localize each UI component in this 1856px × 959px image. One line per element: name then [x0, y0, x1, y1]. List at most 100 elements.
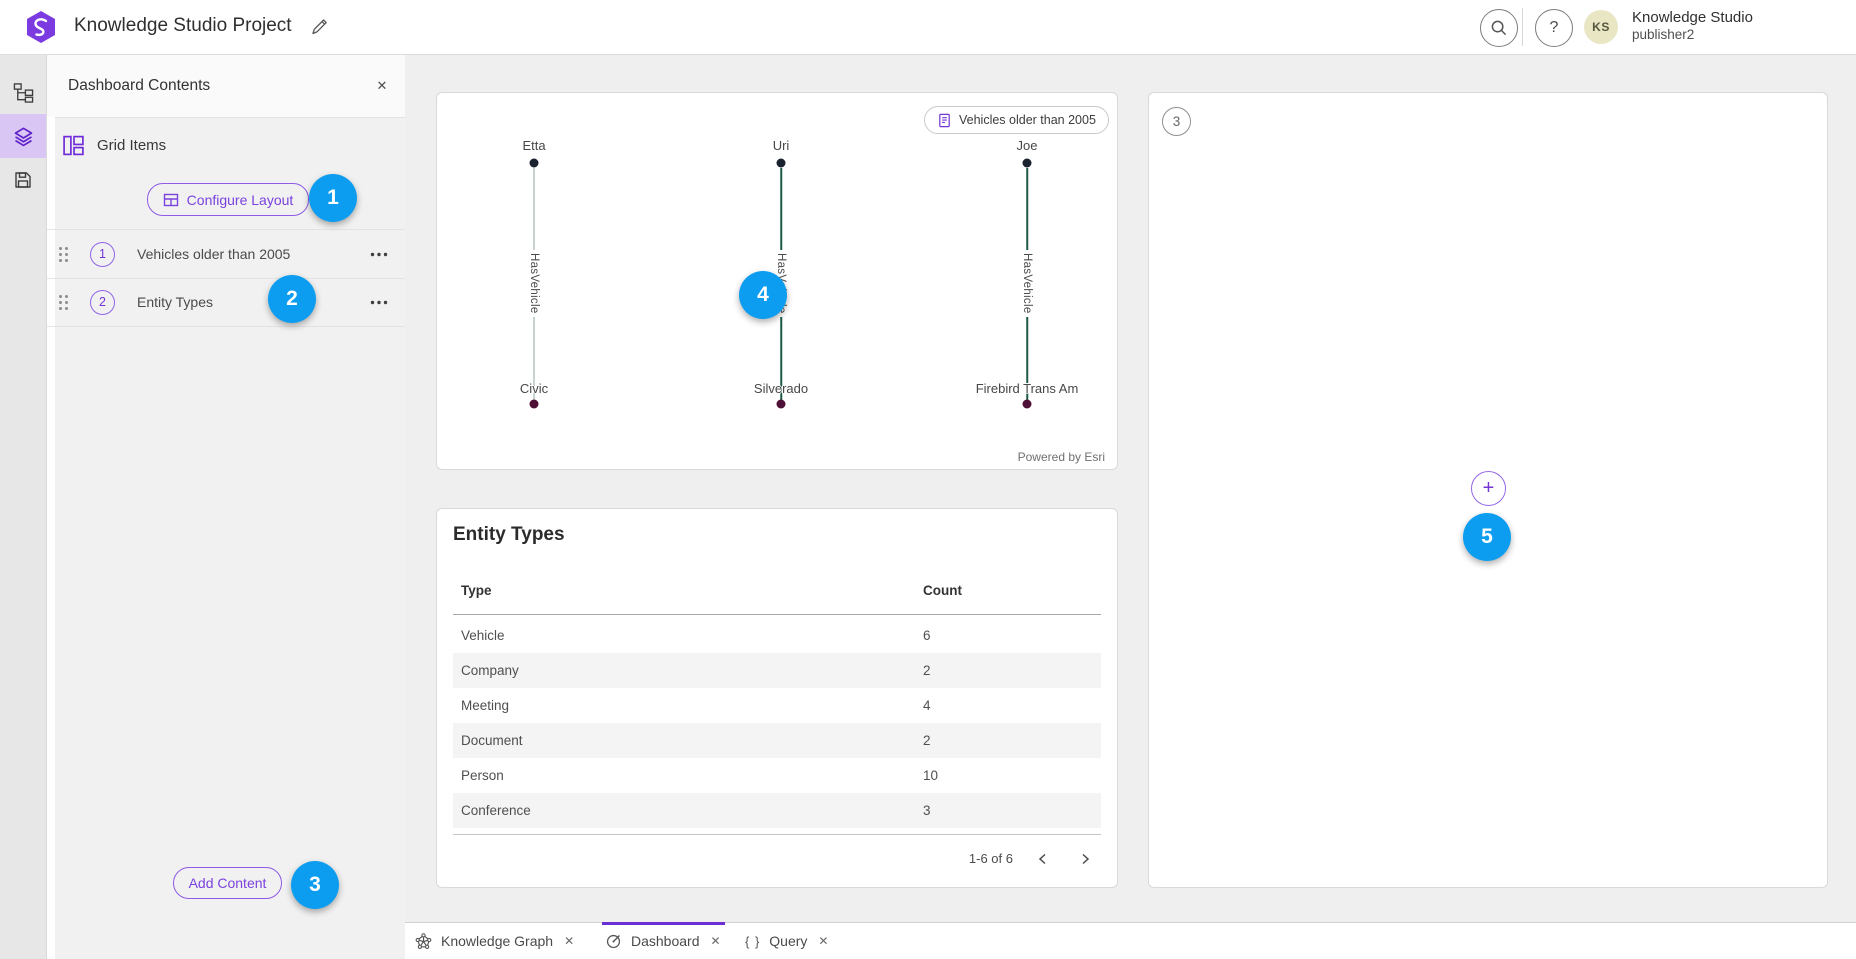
grid-layout-icon [62, 134, 85, 157]
item-label: Vehicles older than 2005 [137, 246, 290, 262]
document-icon [937, 113, 952, 128]
cell-type: Vehicle [453, 628, 505, 643]
graph-node-person[interactable] [777, 159, 786, 168]
header-divider [1522, 8, 1523, 46]
graph-node-label: Firebird Trans Am [976, 381, 1079, 396]
cell-count: 2 [923, 663, 931, 678]
grid-item-entity-types[interactable]: 2 Entity Types [46, 278, 405, 327]
drag-handle-icon[interactable] [56, 246, 70, 263]
table-header-divider [453, 614, 1101, 615]
add-widget-button[interactable]: + [1471, 471, 1506, 506]
callout-badge-1: 1 [309, 174, 357, 222]
slot-number-badge: 3 [1162, 107, 1191, 136]
hierarchy-icon [13, 82, 34, 103]
chevron-left-icon [1036, 852, 1050, 866]
table-row: Vehicle 6 [453, 618, 1101, 653]
drag-handle-icon[interactable] [56, 294, 70, 311]
close-panel-button[interactable]: ✕ [371, 75, 393, 97]
cell-type: Person [453, 768, 504, 783]
help-button[interactable]: ? [1535, 9, 1573, 47]
graph-node-label: Joe [1017, 138, 1038, 153]
graph-node-label: Uri [773, 138, 790, 153]
graph-edge-label: HasVehicle [527, 250, 541, 317]
item-options-icon[interactable] [367, 242, 391, 266]
user-role: publisher2 [1632, 27, 1753, 43]
item-number-badge: 1 [90, 242, 115, 267]
cell-type: Document [453, 733, 523, 748]
callout-badge-5: 5 [1463, 513, 1511, 561]
tab-knowledge-graph[interactable]: Knowledge Graph ✕ [415, 925, 576, 957]
chevron-right-icon [1078, 852, 1092, 866]
graph-node-vehicle[interactable] [530, 400, 539, 409]
panel-title: Dashboard Contents [68, 54, 210, 117]
layout-icon [163, 192, 179, 208]
add-content-label: Add Content [189, 875, 267, 891]
app-logo-icon [24, 10, 58, 44]
search-icon [1490, 19, 1508, 37]
search-button[interactable] [1480, 9, 1518, 47]
column-header-type: Type [461, 583, 492, 598]
view-tab-bar: Knowledge Graph ✕ Dashboard ✕ { } Query … [405, 922, 1856, 959]
entity-table: Vehicle 6 Company 2 Meeting 4 Document 2… [453, 618, 1101, 828]
sidebar-item-contents[interactable] [0, 114, 46, 158]
left-icon-rail [0, 54, 47, 959]
cell-count: 4 [923, 698, 931, 713]
table-footer-divider [453, 834, 1101, 835]
widget-title: Entity Types [453, 524, 565, 546]
dashboard-gauge-icon [605, 933, 622, 950]
item-options-icon[interactable] [367, 290, 391, 314]
tab-label: Query [769, 933, 807, 949]
sidebar-item-save[interactable] [0, 158, 46, 202]
table-row: Company 2 [453, 653, 1101, 688]
avatar[interactable]: KS [1584, 10, 1618, 44]
plus-icon: + [1483, 477, 1495, 500]
close-icon: ✕ [377, 78, 388, 94]
help-icon: ? [1550, 19, 1559, 37]
entity-types-widget: Entity Types Type Count Vehicle 6 Compan… [436, 508, 1118, 888]
graph-node-label: Etta [522, 138, 545, 153]
table-row: Conference 3 [453, 793, 1101, 828]
panel-header: Dashboard Contents ✕ [46, 54, 405, 118]
page-title: Knowledge Studio Project [74, 15, 292, 37]
table-row: Document 2 [453, 723, 1101, 758]
tab-query[interactable]: { } Query ✕ [745, 925, 830, 957]
empty-grid-slot: 3 + [1148, 92, 1828, 888]
graph-node-label: Civic [520, 381, 548, 396]
add-content-button[interactable]: Add Content [173, 867, 282, 899]
close-tab-icon[interactable]: ✕ [562, 932, 576, 950]
callout-badge-4: 4 [739, 271, 787, 319]
tab-label: Dashboard [631, 933, 700, 949]
layer-chip[interactable]: Vehicles older than 2005 [924, 106, 1109, 134]
cell-count: 6 [923, 628, 931, 643]
graph-node-vehicle[interactable] [777, 400, 786, 409]
cell-count: 3 [923, 803, 931, 818]
layer-chip-label: Vehicles older than 2005 [959, 113, 1096, 127]
close-tab-icon[interactable]: ✕ [816, 932, 830, 950]
item-label: Entity Types [137, 294, 213, 310]
section-title: Grid Items [97, 137, 166, 154]
graph-node-label: Silverado [754, 381, 808, 396]
app-header: Knowledge Studio Project ? KS Knowledge … [0, 0, 1856, 55]
graph-edge-label: HasVehicle [1020, 250, 1034, 317]
table-row: Meeting 4 [453, 688, 1101, 723]
callout-badge-2: 2 [268, 275, 316, 323]
graph-node-person[interactable] [1023, 159, 1032, 168]
graph-node-vehicle[interactable] [1023, 400, 1032, 409]
cell-type: Meeting [453, 698, 509, 713]
esri-attribution: Powered by Esri [1018, 450, 1105, 464]
close-tab-icon[interactable]: ✕ [709, 932, 723, 950]
edit-title-icon[interactable] [306, 15, 330, 39]
next-page-button[interactable] [1071, 845, 1099, 873]
tab-dashboard[interactable]: Dashboard ✕ [605, 925, 723, 957]
configure-layout-button[interactable]: Configure Layout [147, 183, 309, 216]
cell-type: Company [453, 663, 519, 678]
cell-type: Conference [453, 803, 531, 818]
callout-badge-3: 3 [291, 861, 339, 909]
grid-item-vehicles[interactable]: 1 Vehicles older than 2005 [46, 229, 405, 279]
sidebar-item-data-model[interactable] [0, 70, 46, 114]
previous-page-button[interactable] [1029, 845, 1057, 873]
knowledge-graph-icon [415, 933, 432, 950]
item-number-badge: 2 [90, 290, 115, 315]
user-name: Knowledge Studio [1632, 9, 1753, 27]
graph-node-person[interactable] [530, 159, 539, 168]
